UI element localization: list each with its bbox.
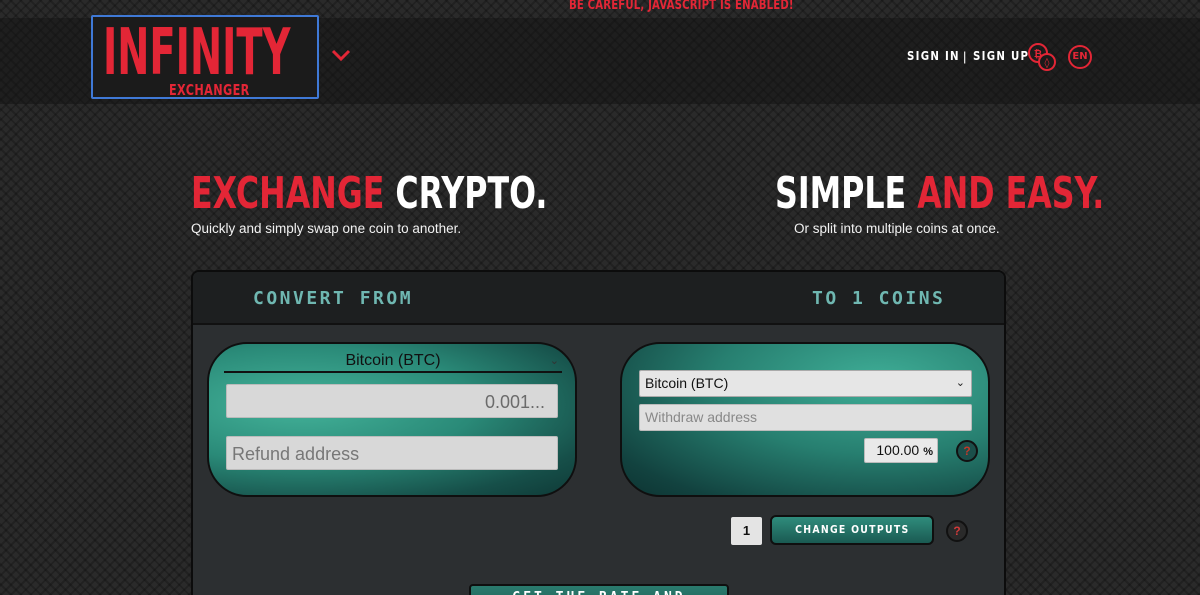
hero-title-right-red: AND EASY. [917,168,1105,219]
exchange-panel: CONVERT FROM TO 1 COINS Bitcoin (BTC) ⌄ … [191,270,1006,595]
svg-text:₿: ₿ [1034,48,1042,60]
percent-value: 100.00 [876,442,920,458]
nav-separator: | [963,49,967,64]
to-coin-select-value: Bitcoin (BTC) [645,375,729,391]
change-outputs-label: CHANGE OUTPUTS [794,523,910,536]
outputs-count: 1 [731,517,762,545]
chevron-down-icon: ⌄ [955,377,965,389]
hero-title-left-red: EXCHANGE [191,168,385,219]
logo-title: INFINITY [103,16,291,90]
sign-in-link[interactable]: SIGN IN [907,49,960,63]
hero-subtitle-right: Or split into multiple coins at once. [794,221,1000,236]
javascript-warning: BE CAREFUL, JAVASCRIPT IS ENABLED! [569,0,794,13]
chevron-down-icon[interactable] [331,48,351,62]
amount-input[interactable]: 0.001... [226,384,558,418]
svg-text:◊: ◊ [1045,57,1050,69]
chevron-down-icon: ⌄ [549,355,559,367]
convert-from-label: CONVERT FROM [253,288,414,309]
hero-title-left: EXCHANGE CRYPTO. [191,170,686,218]
refund-address-input[interactable]: Refund address [226,436,558,470]
logo[interactable]: INFINITY EXCHANGER [91,15,319,99]
sign-up-link[interactable]: SIGN UP [973,49,1029,63]
help-icon[interactable]: ? [956,440,978,462]
language-selector[interactable]: EN [1068,45,1092,69]
change-outputs-button[interactable]: CHANGE OUTPUTS [770,515,934,545]
withdraw-address-input[interactable]: Withdraw address [639,404,972,431]
coin-swap-icon[interactable]: ₿ ◊ [1027,42,1057,72]
help-icon[interactable]: ? [946,520,968,542]
logo-subtitle: EXCHANGER [169,81,250,99]
hero-subtitle-left: Quickly and simply swap one coin to anot… [191,221,462,236]
to-coins-label: TO 1 COINS [812,288,946,309]
panel-header: CONVERT FROM TO 1 COINS [193,272,1004,325]
hero-title-right: SIMPLE AND EASY. [775,170,1200,218]
get-rate-button[interactable]: GET THE RATE AND [469,584,729,595]
percent-input[interactable]: 100.00% [864,438,938,463]
hero-title-left-white: CRYPTO. [395,168,548,219]
hero-title-right-white: SIMPLE [775,168,907,219]
from-coin-select[interactable]: Bitcoin (BTC) ⌄ [224,349,562,373]
from-card: Bitcoin (BTC) ⌄ 0.001... Refund address [207,342,577,497]
percent-sign: % [923,446,933,458]
to-card: Bitcoin (BTC) ⌄ Withdraw address 100.00%… [620,342,990,497]
to-coin-select[interactable]: Bitcoin (BTC) ⌄ [639,370,972,397]
from-coin-select-value: Bitcoin (BTC) [345,352,441,369]
